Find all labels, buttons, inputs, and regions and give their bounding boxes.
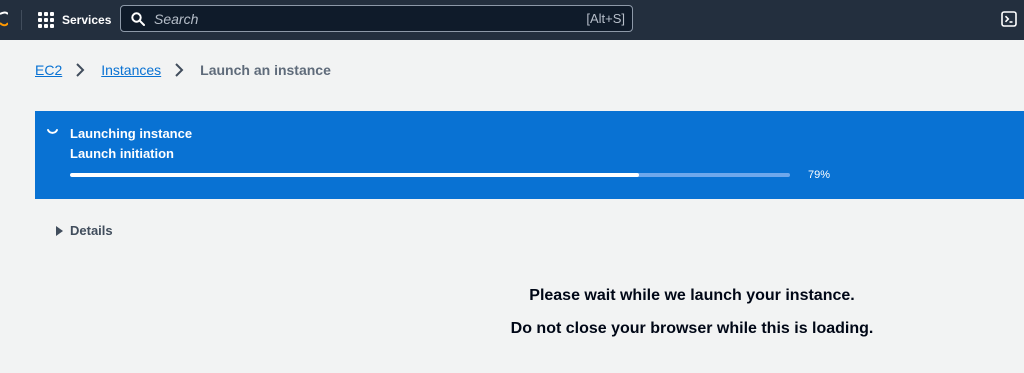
breadcrumb: EC2 Instances Launch an instance — [35, 60, 331, 80]
flash-subtitle: Launch initiation — [70, 146, 174, 161]
cloudshell-icon[interactable] — [1001, 11, 1017, 27]
wait-message-line-1: Please wait while we launch your instanc… — [529, 287, 855, 304]
nav-divider — [21, 10, 22, 30]
breadcrumb-instances-link[interactable]: Instances — [101, 62, 161, 78]
details-label: Details — [70, 223, 113, 238]
spinner-icon — [47, 129, 58, 134]
progress-percent: 79% — [808, 169, 831, 181]
breadcrumb-current-page: Launch an instance — [200, 62, 331, 78]
chevron-right-icon — [175, 63, 184, 77]
breadcrumb-ec2-link[interactable]: EC2 — [35, 62, 62, 78]
top-navigation: Services [Alt+S] — [0, 0, 1024, 40]
caret-right-icon — [56, 225, 63, 236]
services-label: Services — [62, 13, 112, 27]
search-icon — [131, 12, 145, 26]
chevron-right-icon — [76, 63, 85, 77]
launching-instance-flashbar: Launching instance Launch initiation 79% — [35, 111, 1024, 199]
aws-logo[interactable] — [0, 8, 8, 32]
wait-message-line-2: Do not close your browser while this is … — [510, 320, 874, 337]
launch-wait-message: Please wait while we launch your instanc… — [416, 285, 968, 351]
services-grid-icon — [38, 11, 55, 29]
search-shortcut-hint: [Alt+S] — [586, 11, 625, 26]
details-expand-toggle[interactable]: Details — [56, 223, 113, 238]
search-box[interactable]: [Alt+S] — [120, 5, 633, 32]
launch-progress-bar — [70, 173, 790, 177]
search-input[interactable] — [154, 9, 554, 29]
launch-progress-fill — [70, 173, 639, 177]
services-menu-button[interactable]: Services — [38, 10, 111, 30]
flash-title: Launching instance — [70, 126, 193, 141]
